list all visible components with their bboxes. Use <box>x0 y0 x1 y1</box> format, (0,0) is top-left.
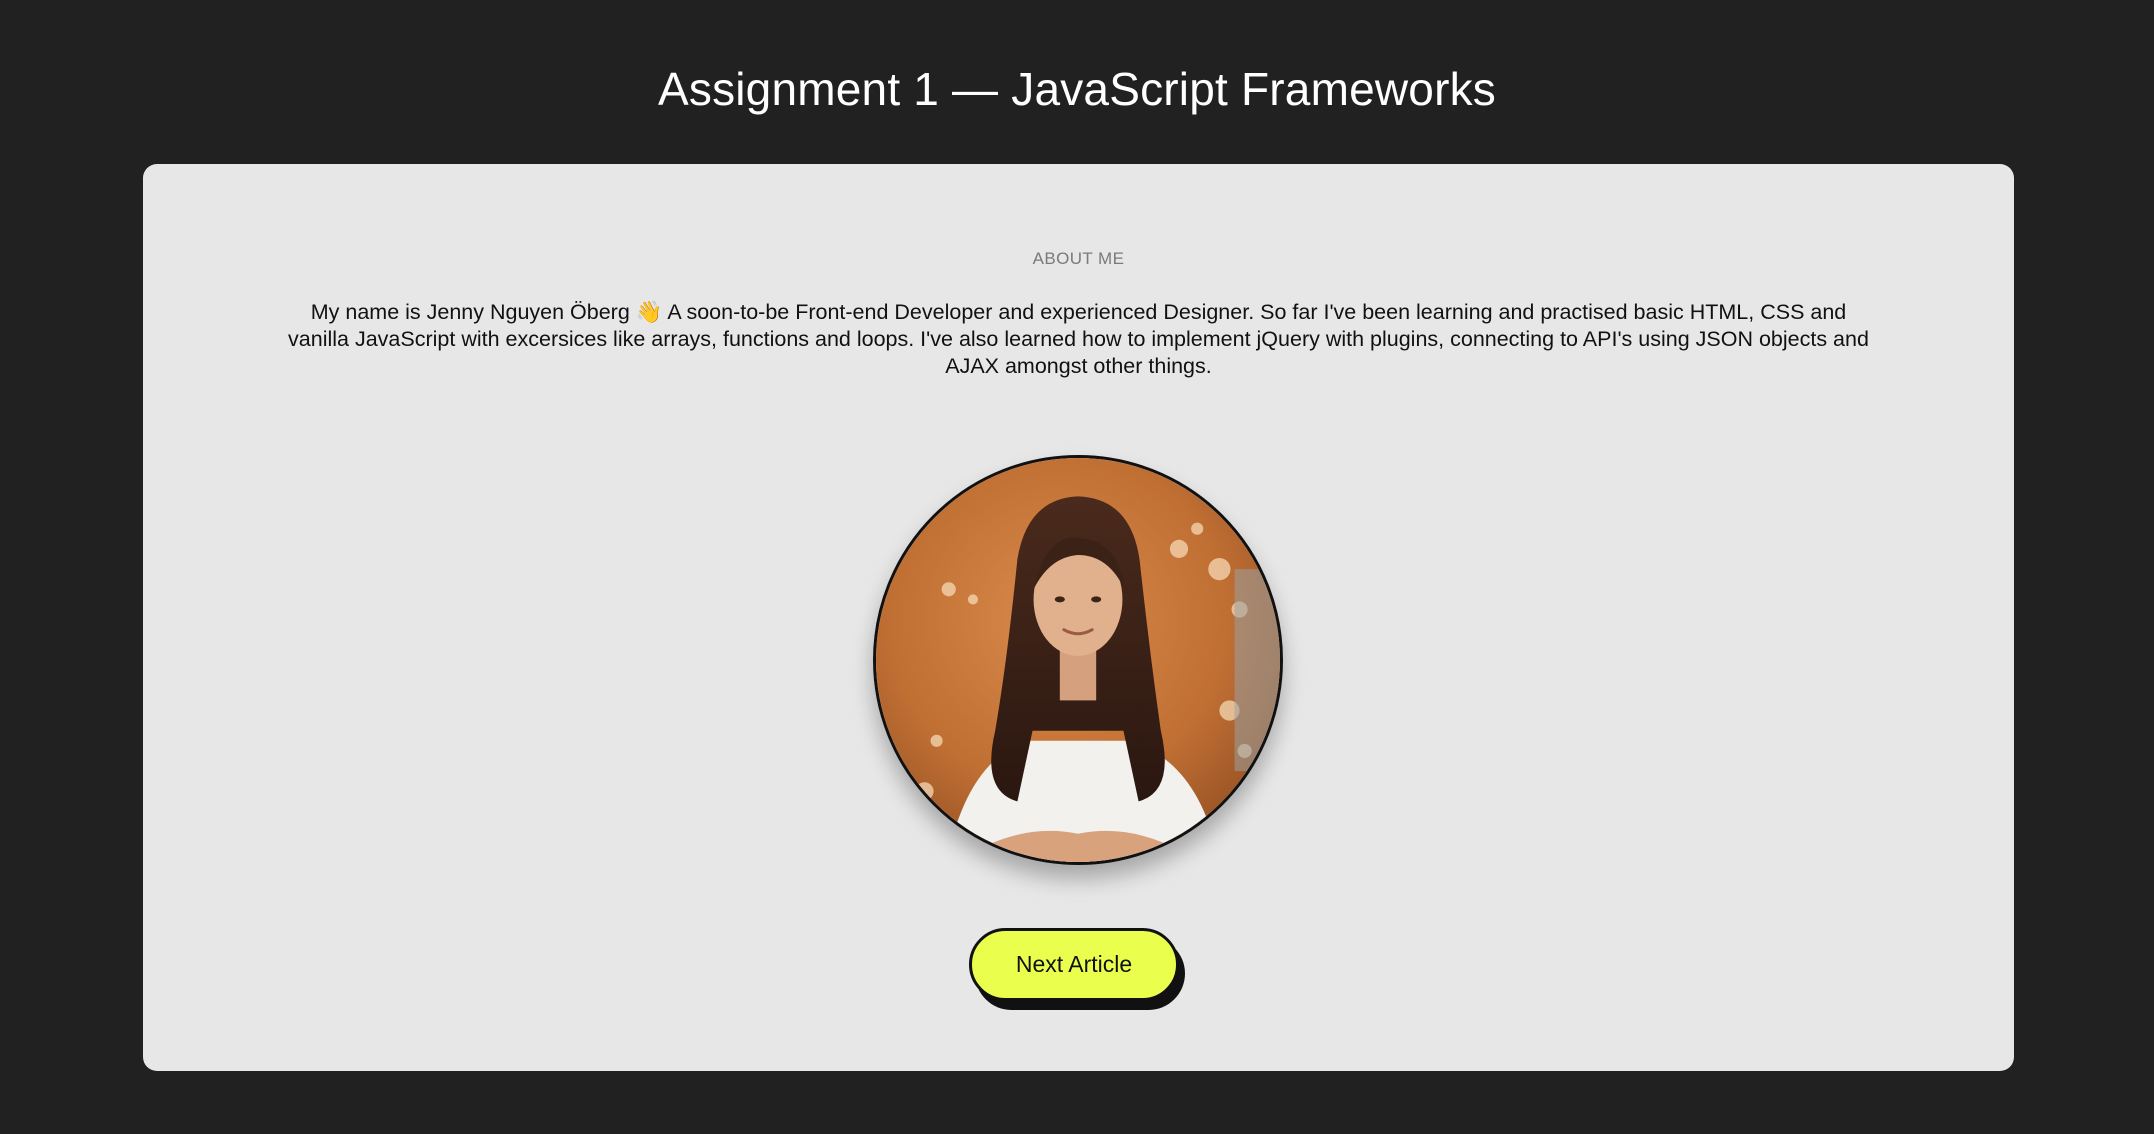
bio-text: My name is Jenny Nguyen Öberg 👋 A soon-t… <box>288 300 1869 378</box>
profile-photo-illustration <box>876 458 1280 862</box>
next-article-button[interactable]: Next Article <box>969 928 1179 1001</box>
next-article-button-wrap: Next Article <box>969 928 1187 1010</box>
about-card: ABOUT ME My name is Jenny Nguyen Öberg 👋… <box>143 164 2014 1071</box>
page-title: Assignment 1 — JavaScript Frameworks <box>657 63 1496 115</box>
section-label: ABOUT ME <box>1032 249 1125 268</box>
profile-photo <box>873 455 1283 865</box>
